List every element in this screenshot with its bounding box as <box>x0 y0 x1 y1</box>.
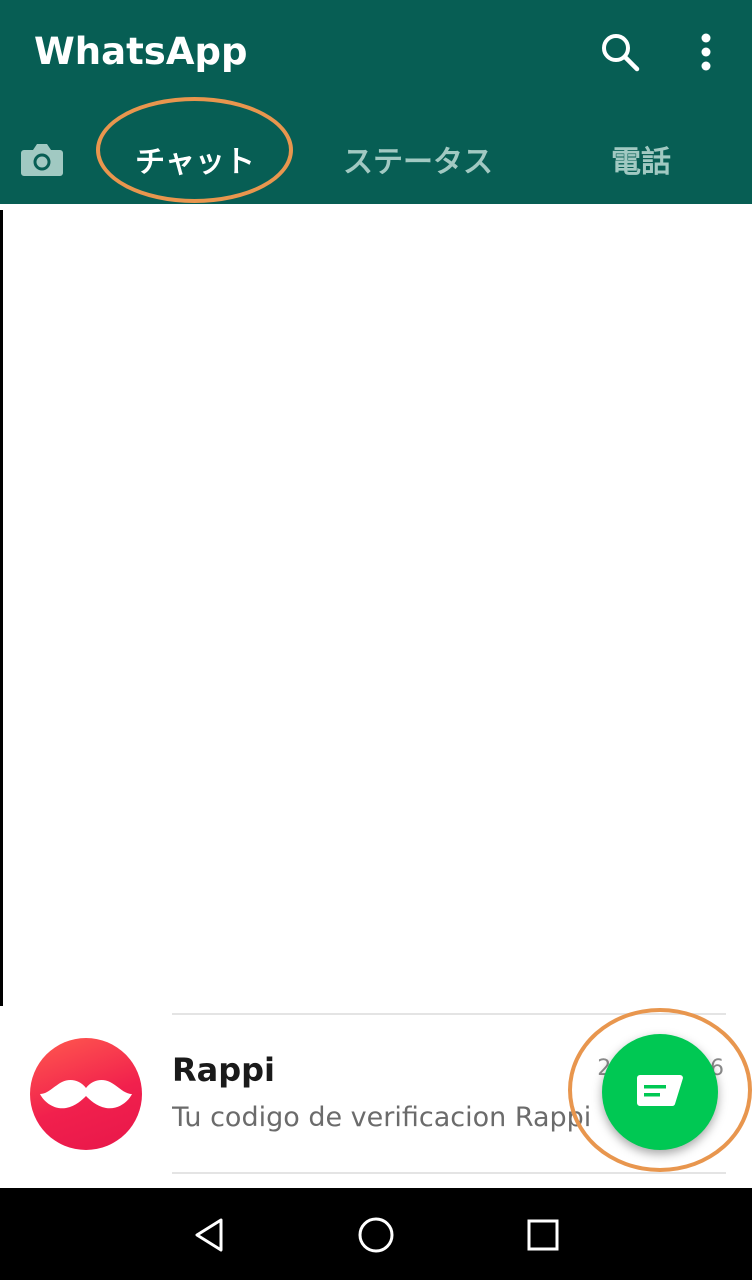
tab-chats[interactable]: チャット <box>104 124 286 194</box>
home-circle-icon <box>358 1217 394 1253</box>
system-navigation-bar <box>0 1188 752 1280</box>
search-button[interactable] <box>592 24 648 80</box>
whatsapp-screen: WhatsApp チャット ステータス 電話 Rappi Tu codigo d… <box>0 0 752 1280</box>
app-bar: WhatsApp チャット ステータス 電話 <box>0 0 752 204</box>
mustache-icon <box>40 1080 132 1109</box>
nav-home-button[interactable] <box>343 1202 409 1268</box>
nav-recent-apps-button[interactable] <box>510 1202 576 1268</box>
list-divider <box>172 1172 726 1174</box>
tab-calls[interactable]: 電話 <box>570 124 712 194</box>
more-vertical-icon <box>701 33 711 71</box>
avatar <box>30 1038 142 1150</box>
tab-status[interactable]: ステータス <box>318 124 518 194</box>
chat-preview: Tu codigo de verificacion Rappi <box>172 1102 592 1133</box>
search-icon <box>602 34 640 72</box>
new-chat-icon <box>637 1075 683 1107</box>
back-triangle-icon <box>195 1218 223 1252</box>
more-options-button[interactable] <box>682 24 730 80</box>
chat-name: Rappi <box>172 1051 276 1089</box>
tab-camera[interactable] <box>14 124 70 194</box>
content-edge-line <box>0 210 3 1006</box>
list-divider <box>172 1013 726 1015</box>
camera-icon <box>21 144 63 176</box>
new-chat-button[interactable] <box>602 1034 718 1150</box>
recent-square-icon <box>527 1219 559 1251</box>
app-title: WhatsApp <box>34 30 248 73</box>
nav-back-button[interactable] <box>176 1202 242 1268</box>
